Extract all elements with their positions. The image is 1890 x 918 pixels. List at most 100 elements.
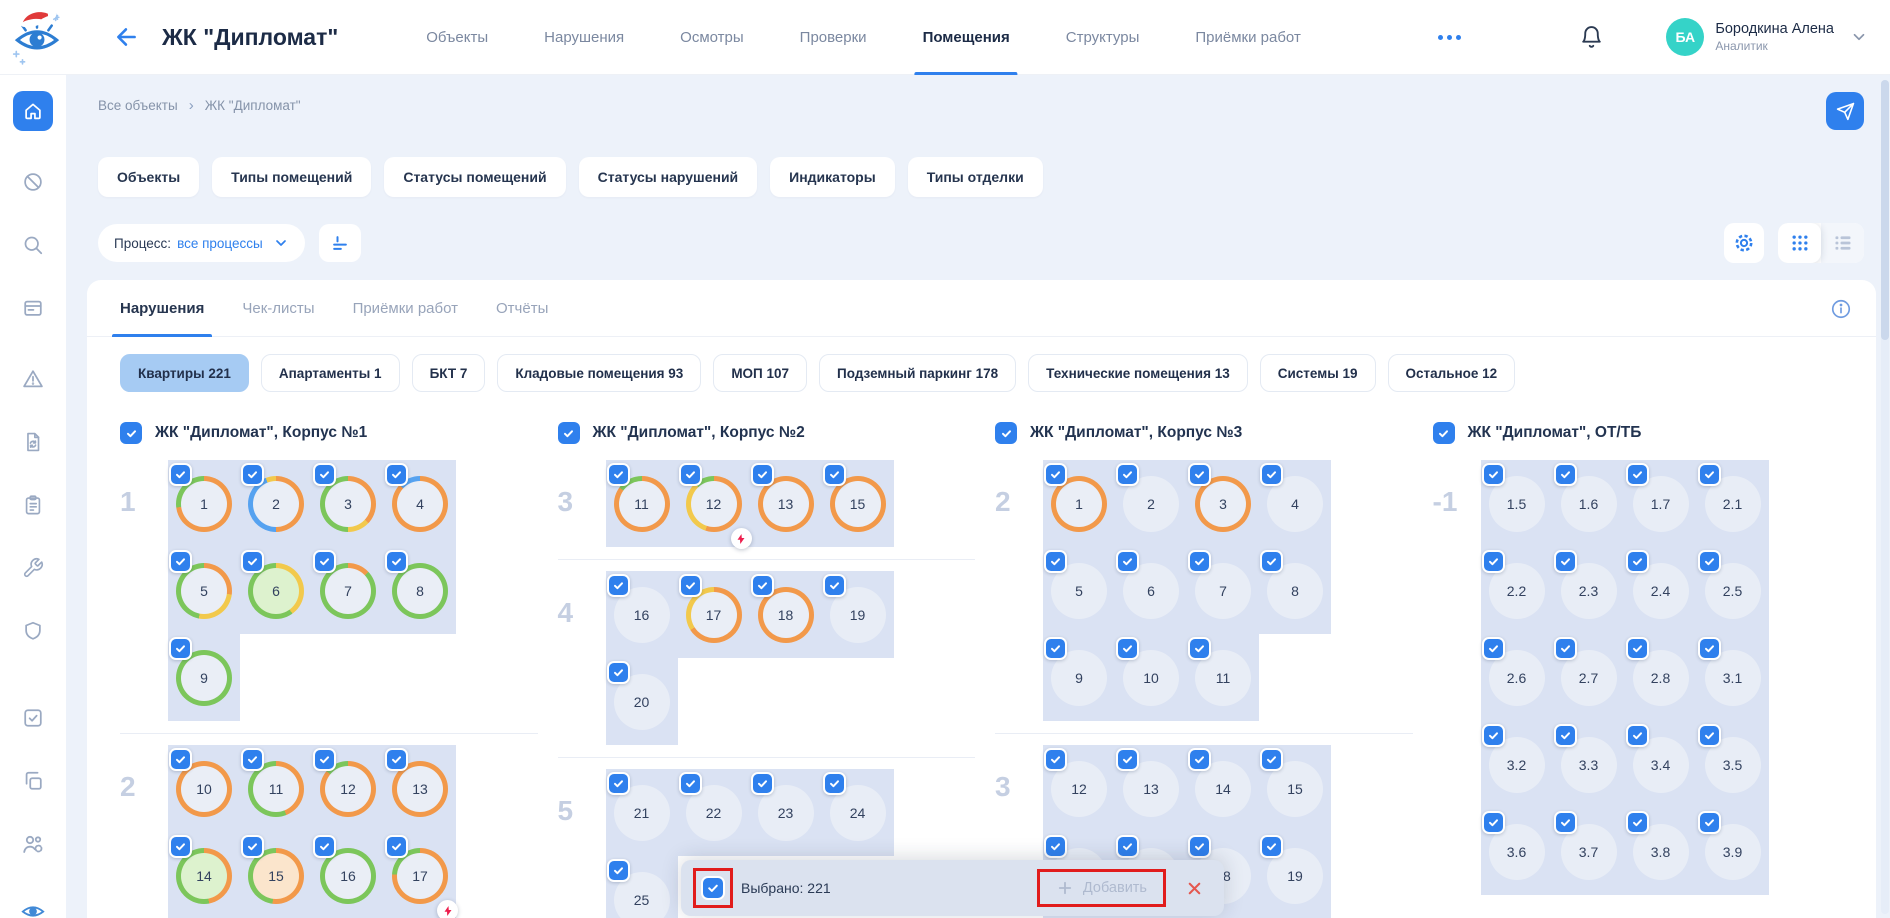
- process-select[interactable]: Процесс: все процессы: [98, 224, 305, 262]
- unit-checkbox[interactable]: [1044, 637, 1067, 660]
- unit-checkbox[interactable]: [1260, 550, 1283, 573]
- share-button[interactable]: [1826, 92, 1864, 130]
- nav-item-Объекты[interactable]: Объекты: [426, 0, 488, 75]
- filter-button[interactable]: Объекты: [98, 157, 199, 197]
- unit-checkbox[interactable]: [1554, 811, 1577, 834]
- unit-checkbox[interactable]: [1044, 835, 1067, 858]
- unit-checkbox[interactable]: [313, 835, 336, 858]
- unit-checkbox[interactable]: [751, 574, 774, 597]
- unit-checkbox[interactable]: [607, 859, 630, 882]
- unit-checkbox[interactable]: [1482, 811, 1505, 834]
- unit-checkbox[interactable]: [169, 835, 192, 858]
- sort-button[interactable]: [319, 224, 361, 262]
- close-selection-icon[interactable]: [1185, 879, 1204, 898]
- unit-checkbox[interactable]: [751, 463, 774, 486]
- unit-checkbox[interactable]: [1260, 748, 1283, 771]
- unit-checkbox[interactable]: [823, 574, 846, 597]
- sidebar-item-wrench[interactable]: [21, 556, 45, 580]
- unit-checkbox[interactable]: [679, 463, 702, 486]
- unit-checkbox[interactable]: [313, 463, 336, 486]
- unit-checkbox[interactable]: [1554, 550, 1577, 573]
- unit-checkbox[interactable]: [1044, 748, 1067, 771]
- unit-checkbox[interactable]: [1116, 550, 1139, 573]
- unit-checkbox[interactable]: [169, 637, 192, 660]
- unit-checkbox[interactable]: [385, 835, 408, 858]
- filter-button[interactable]: Статусы помещений: [384, 157, 565, 197]
- filter-button[interactable]: Индикаторы: [770, 157, 895, 197]
- sidebar-item-doc-sync[interactable]: [21, 430, 45, 454]
- unit-checkbox[interactable]: [1116, 463, 1139, 486]
- unit-checkbox[interactable]: [1698, 811, 1721, 834]
- nav-item-Приёмки работ[interactable]: Приёмки работ: [1195, 0, 1300, 75]
- building-checkbox[interactable]: [120, 422, 142, 444]
- unit-checkbox[interactable]: [1482, 637, 1505, 660]
- unit-checkbox[interactable]: [1044, 463, 1067, 486]
- chip[interactable]: Подземный паркинг 178: [819, 354, 1016, 392]
- chip[interactable]: Кладовые помещения 93: [497, 354, 701, 392]
- building-checkbox[interactable]: [995, 422, 1017, 444]
- chip[interactable]: Технические помещения 13: [1028, 354, 1248, 392]
- sidebar-item-slash-circle[interactable]: [21, 170, 45, 194]
- unit-checkbox[interactable]: [1626, 811, 1649, 834]
- unit-checkbox[interactable]: [241, 550, 264, 573]
- unit-checkbox[interactable]: [1188, 550, 1211, 573]
- unit-checkbox[interactable]: [679, 772, 702, 795]
- unit-checkbox[interactable]: [823, 463, 846, 486]
- unit-checkbox[interactable]: [1482, 463, 1505, 486]
- tab-Отчёты[interactable]: Отчёты: [496, 280, 548, 337]
- unit-checkbox[interactable]: [607, 574, 630, 597]
- sidebar-item-copy[interactable]: [21, 769, 45, 793]
- sidebar-item-shield[interactable]: [21, 619, 45, 643]
- tab-Приёмки работ[interactable]: Приёмки работ: [353, 280, 458, 337]
- info-icon[interactable]: [1830, 298, 1852, 325]
- nav-item-Проверки[interactable]: Проверки: [800, 0, 867, 75]
- unit-checkbox[interactable]: [1482, 724, 1505, 747]
- sidebar-item-clipboard-list[interactable]: [21, 493, 45, 517]
- sidebar-item-search[interactable]: [21, 233, 45, 257]
- unit-checkbox[interactable]: [169, 748, 192, 771]
- unit-checkbox[interactable]: [241, 748, 264, 771]
- unit-checkbox[interactable]: [1698, 637, 1721, 660]
- nav-item-Помещения[interactable]: Помещения: [923, 0, 1010, 75]
- building-checkbox[interactable]: [558, 422, 580, 444]
- nav-item-Осмотры[interactable]: Осмотры: [680, 0, 744, 75]
- filter-button[interactable]: Статусы нарушений: [579, 157, 758, 197]
- chip[interactable]: БКТ 7: [412, 354, 486, 392]
- unit-checkbox[interactable]: [1698, 724, 1721, 747]
- unit-checkbox[interactable]: [679, 574, 702, 597]
- unit-checkbox[interactable]: [1554, 463, 1577, 486]
- chip[interactable]: МОП 107: [713, 354, 807, 392]
- unit-checkbox[interactable]: [823, 772, 846, 795]
- unit-checkbox[interactable]: [169, 550, 192, 573]
- selection-checkbox[interactable]: [701, 876, 725, 900]
- add-button[interactable]: Добавить: [1037, 869, 1166, 907]
- unit-checkbox[interactable]: [607, 661, 630, 684]
- scrollbar[interactable]: [1881, 80, 1889, 914]
- notifications-bell-icon[interactable]: [1579, 25, 1604, 50]
- unit-checkbox[interactable]: [1698, 463, 1721, 486]
- unit-checkbox[interactable]: [241, 463, 264, 486]
- nav-item-Нарушения[interactable]: Нарушения: [544, 0, 624, 75]
- unit-checkbox[interactable]: [385, 463, 408, 486]
- unit-checkbox[interactable]: [313, 748, 336, 771]
- breadcrumb-current[interactable]: ЖК "Дипломат": [205, 98, 301, 113]
- unit-checkbox[interactable]: [1626, 550, 1649, 573]
- unit-checkbox[interactable]: [607, 772, 630, 795]
- unit-checkbox[interactable]: [1188, 463, 1211, 486]
- unit-checkbox[interactable]: [1554, 724, 1577, 747]
- tab-Чек-листы[interactable]: Чек-листы: [242, 280, 314, 337]
- unit-checkbox[interactable]: [1116, 748, 1139, 771]
- more-menu-icon[interactable]: [1438, 35, 1461, 40]
- unit-checkbox[interactable]: [1260, 835, 1283, 858]
- unit-checkbox[interactable]: [313, 550, 336, 573]
- chip[interactable]: Системы 19: [1260, 354, 1376, 392]
- unit-checkbox[interactable]: [385, 550, 408, 573]
- unit-checkbox[interactable]: [1044, 550, 1067, 573]
- sidebar-item-users-gear[interactable]: [21, 832, 45, 856]
- chip[interactable]: Апартаменты 1: [261, 354, 400, 392]
- filter-button[interactable]: Типы помещений: [212, 157, 371, 197]
- scrollbar-thumb[interactable]: [1881, 80, 1889, 340]
- unit-checkbox[interactable]: [1116, 637, 1139, 660]
- breadcrumb-all-objects[interactable]: Все объекты: [98, 98, 178, 113]
- filter-button[interactable]: Типы отделки: [908, 157, 1043, 197]
